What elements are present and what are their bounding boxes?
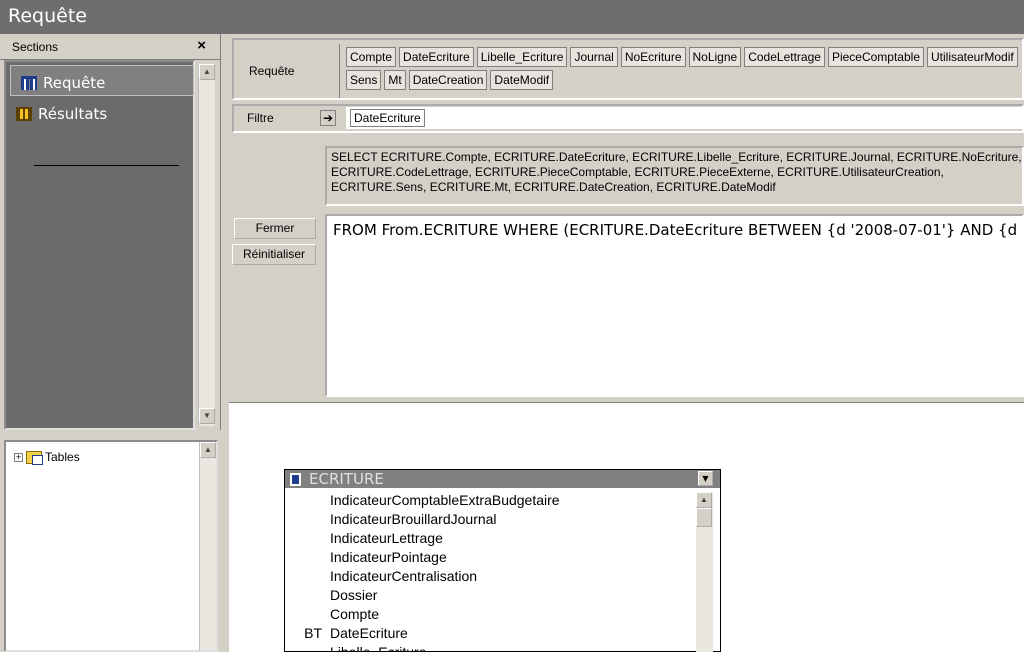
field-chip[interactable]: Mt [384,70,406,90]
tree-item-tables[interactable]: + Tables [14,450,80,465]
section-divider [34,165,179,166]
field-chip[interactable]: Sens [346,70,382,90]
field-name: IndicateurPointage [330,549,447,565]
tree-scrollbar[interactable]: ▲ [199,442,216,650]
close-icon[interactable]: × [197,37,206,54]
select-sql[interactable]: SELECT ECRITURE.Compte, ECRITURE.DateEcr… [325,146,1024,206]
field-chip[interactable]: NoEcriture [620,47,686,67]
field-name: Compte [330,606,380,622]
table-field-row[interactable]: IndicateurLettrage [285,530,695,549]
field-chip[interactable]: PieceComptable [827,47,924,67]
filter-frame: Filtre ➔ DateEcriture [232,104,1024,133]
filter-field[interactable]: DateEcriture [346,107,1024,129]
field-chip-list: Compte DateEcriture Libelle_Ecriture Journa… [346,47,1024,90]
field-tag [285,587,330,606]
reset-button[interactable]: Réinitialiser [232,244,316,265]
table-field-row[interactable]: IndicateurComptableExtraBudgetaire [285,492,695,511]
fields-label: Requête [249,64,295,78]
scroll-up-icon[interactable]: ▲ [696,492,712,508]
field-chip[interactable]: DateModif [490,70,554,90]
table-field-row[interactable]: Compte [285,606,695,625]
sections-title: Sections [12,40,59,54]
field-tag: BT [304,625,322,641]
filter-label: Filtre [247,111,274,125]
folder-icon [26,450,43,465]
field-tag [285,492,330,511]
table-field-row[interactable]: Dossier [285,587,695,606]
table-scrollbar[interactable]: ▲ [696,492,713,652]
field-tag [285,606,330,625]
field-chip[interactable]: UtilisateurModif [927,47,1018,67]
scroll-up-icon[interactable]: ▲ [200,442,216,458]
results-grid-icon [16,107,32,121]
scroll-down-icon[interactable]: ▼ [199,408,215,424]
field-tag [285,549,330,568]
table-header[interactable]: ECRITURE ▼ [285,470,720,488]
sections-list: Requête Résultats [4,60,195,430]
tables-tree: + Tables ▲ [4,440,218,652]
section-item-requete[interactable]: Requête [10,65,194,96]
table-icon [290,472,301,486]
expand-icon[interactable]: + [14,452,23,462]
query-editor: Requête Compte DateEcriture Libelle_Ecritu… [229,34,1024,402]
section-label: Requête [43,74,106,92]
field-name: IndicateurBrouillardJournal [330,511,497,527]
section-item-resultats[interactable]: Résultats [6,96,193,127]
from-sql[interactable]: FROM From.ECRITURE WHERE (ECRITURE.DateE… [325,214,1024,397]
table-field-row[interactable]: IndicateurPointage [285,549,695,568]
section-label: Résultats [38,105,108,123]
sections-header: Sections × [0,34,220,60]
field-name: IndicateurCentralisation [330,568,478,584]
table-field-row[interactable]: IndicateurCentralisation [285,568,695,587]
field-name: Dossier [330,587,378,603]
table-title: ECRITURE [309,470,384,488]
scroll-thumb[interactable] [696,508,712,527]
field-name: Libelle_Ecriture [330,644,427,652]
field-chip[interactable]: DateCreation [408,70,488,90]
query-icon [21,76,37,90]
table-field-row[interactable]: Libelle_Ecriture [285,644,695,652]
table-ecriture[interactable]: ECRITURE ▼ IndicateurComptableExtraBudge… [284,469,721,652]
field-tag [285,644,330,652]
window-title: Requête [0,0,1024,34]
field-chip[interactable]: NoLigne [688,47,742,67]
field-name: IndicateurLettrage [330,530,443,546]
table-field-row[interactable]: IndicateurBrouillardJournal [285,511,695,530]
tree-item-label: Tables [45,450,80,464]
sections-panel: Sections × Requête Résultats ▲ ▼ [0,34,221,430]
table-field-list: IndicateurComptableExtraBudgetaire Indica… [285,492,695,652]
table-field-row[interactable]: BT DateEcriture [285,625,695,644]
close-button[interactable]: Fermer [234,218,316,239]
field-tag [285,511,330,530]
field-list: Compte DateEcriture Libelle_Ecriture Journa… [339,44,1024,98]
field-chip[interactable]: Compte [346,47,397,67]
scroll-up-icon[interactable]: ▲ [199,64,215,80]
field-chip[interactable]: Journal [570,47,618,67]
sections-scrollbar[interactable]: ▲ ▼ [198,64,215,426]
field-tag [285,568,330,587]
field-chip[interactable]: CodeLettrage [744,47,825,67]
field-chip[interactable]: Libelle_Ecriture [476,47,568,67]
fields-frame: Requête Compte DateEcriture Libelle_Ecritu… [232,38,1024,100]
field-chip[interactable]: DateEcriture [399,47,474,67]
field-name: IndicateurComptableExtraBudgetaire [330,492,560,508]
filter-chip[interactable]: DateEcriture [350,109,425,127]
field-name: DateEcriture [330,625,408,641]
field-tag [285,530,330,549]
arrow-right-icon[interactable]: ➔ [320,110,336,126]
dropdown-icon[interactable]: ▼ [698,471,713,486]
